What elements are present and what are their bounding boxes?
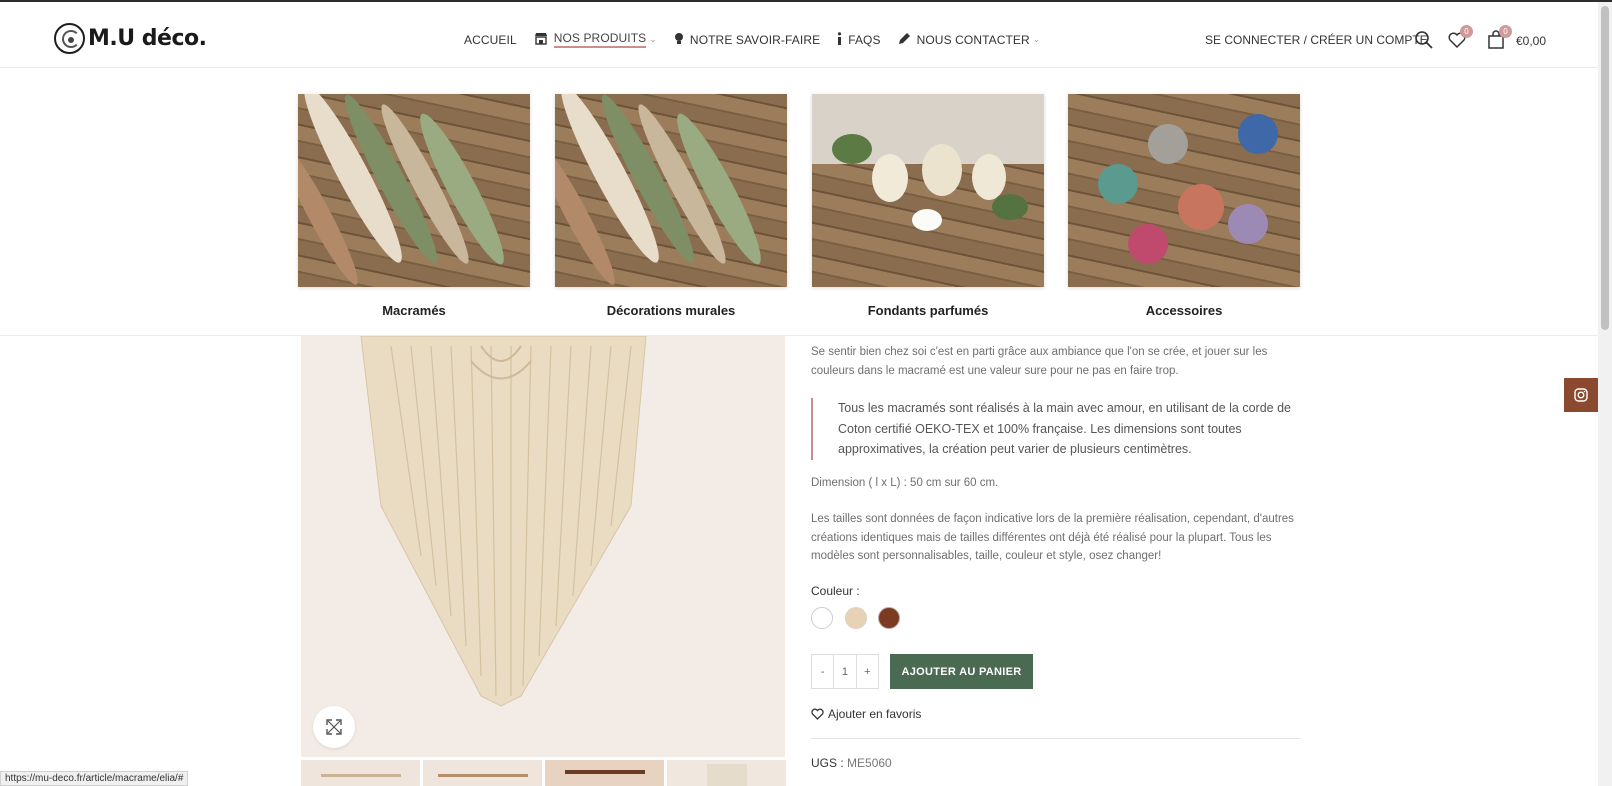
quantity-stepper: - 1 + [811,654,879,689]
page-scrollbar[interactable] [1598,2,1612,786]
product-dimension: Dimension ( l x L) : 50 cm sur 60 cm. [811,477,999,489]
color-label-text: Couleur [811,584,854,598]
cart-total[interactable]: €0,00 [1516,34,1546,48]
cart-bag-icon[interactable]: 0 [1486,25,1512,50]
category-image [1068,94,1300,287]
sku-label: UGS : [811,756,844,770]
nav-label: NOS PRODUITS [553,31,647,48]
logo-text: M.U déco. [88,26,207,51]
gallery-thumbnails [301,760,789,786]
category-name: Fondants parfumés [867,303,989,318]
lightbulb-icon [674,32,684,48]
add-to-cart-button[interactable]: AJOUTER AU PANIER [890,654,1033,689]
category-fondants-parfumes[interactable]: Fondants parfumés [812,94,1044,318]
site-header: M.U déco. ACCUEIL NOS PRODUITS ⌄ NOTRE S… [0,2,1598,68]
wishlist-heart-icon[interactable]: 0 [1447,25,1473,50]
category-accessoires[interactable]: Accessoires [1068,94,1300,318]
heart-icon [811,708,824,720]
category-name: Décorations murales [606,303,736,318]
gallery-thumbnail[interactable] [545,760,664,786]
nav-item-savoir-faire[interactable]: NOTRE SAVOIR-FAIRE [674,32,820,48]
swatch-white[interactable] [811,607,833,629]
scrollbar-thumb[interactable] [1601,6,1609,330]
qty-minus-button[interactable]: - [812,655,833,688]
nav-item-nos-produits[interactable]: NOS PRODUITS ⌄ [534,31,657,48]
gallery-thumbnail[interactable] [423,760,542,786]
add-favorite-label: Ajouter en favoris [828,707,922,721]
chevron-down-icon: ⌄ [649,34,657,44]
qty-input[interactable]: 1 [833,655,857,688]
search-icon[interactable] [1414,30,1434,50]
nav-item-faqs[interactable]: FAQS [837,31,881,48]
login-link[interactable]: SE CONNECTER / CRÉER UN COMPTE [1205,33,1428,47]
product-main-image[interactable] [301,336,785,757]
nav-label: ACCUEIL [464,32,517,47]
product-quote: Tous les macramés sont réalisés à la mai… [811,398,1301,460]
store-icon [534,32,548,48]
gallery-thumbnail[interactable] [667,760,786,786]
logo-mark-icon [54,23,85,54]
nav-label: FAQS [848,32,881,47]
instagram-icon[interactable] [1564,378,1598,412]
qty-plus-button[interactable]: + [857,655,878,688]
browser-status-url: https://mu-deco.fr/article/macrame/elia/… [0,771,189,786]
wishlist-count-badge: 0 [1460,25,1473,38]
category-decorations-murales[interactable]: Décorations murales [555,94,787,318]
category-name: Accessoires [1145,303,1223,318]
nav-item-contact[interactable]: NOUS CONTACTER ⌄ [898,32,1041,48]
sku-value: ME5060 [847,756,892,770]
pencil-icon [898,32,911,48]
main-nav: ACCUEIL NOS PRODUITS ⌄ NOTRE SAVOIR-FAIR… [464,31,1057,48]
add-favorite-link[interactable]: Ajouter en favoris [811,707,921,721]
nav-label: NOTRE SAVOIR-FAIRE [689,32,821,47]
site-logo[interactable]: M.U déco. [54,23,207,54]
category-name: Macramés [382,303,446,318]
product-sizes-note: Les tailles sont données de façon indica… [811,513,1294,562]
nav-label: NOUS CONTACTER [916,32,1030,47]
products-mega-menu: Macramés Décorations murales Fondants pa… [0,68,1598,336]
gallery-thumbnail[interactable] [301,760,420,786]
macrame-illustration [360,336,647,707]
color-label: Couleur : [811,584,860,598]
sku: UGS : ME5060 [811,756,892,770]
category-macrames[interactable]: Macramés [298,94,530,318]
chevron-down-icon: ⌄ [1032,34,1041,44]
category-image [298,94,530,287]
product-description: Se sentir bien chez soi c'est en parti g… [811,346,1268,377]
info-icon [837,31,842,48]
fullscreen-expand-icon[interactable] [313,706,355,748]
nav-item-accueil[interactable]: ACCUEIL [464,33,517,47]
swatch-beige[interactable] [845,607,867,629]
category-image [812,94,1044,287]
swatch-brown[interactable] [878,607,900,629]
cart-count-badge: 0 [1499,25,1512,38]
divider [811,738,1300,739]
category-image [555,94,787,287]
